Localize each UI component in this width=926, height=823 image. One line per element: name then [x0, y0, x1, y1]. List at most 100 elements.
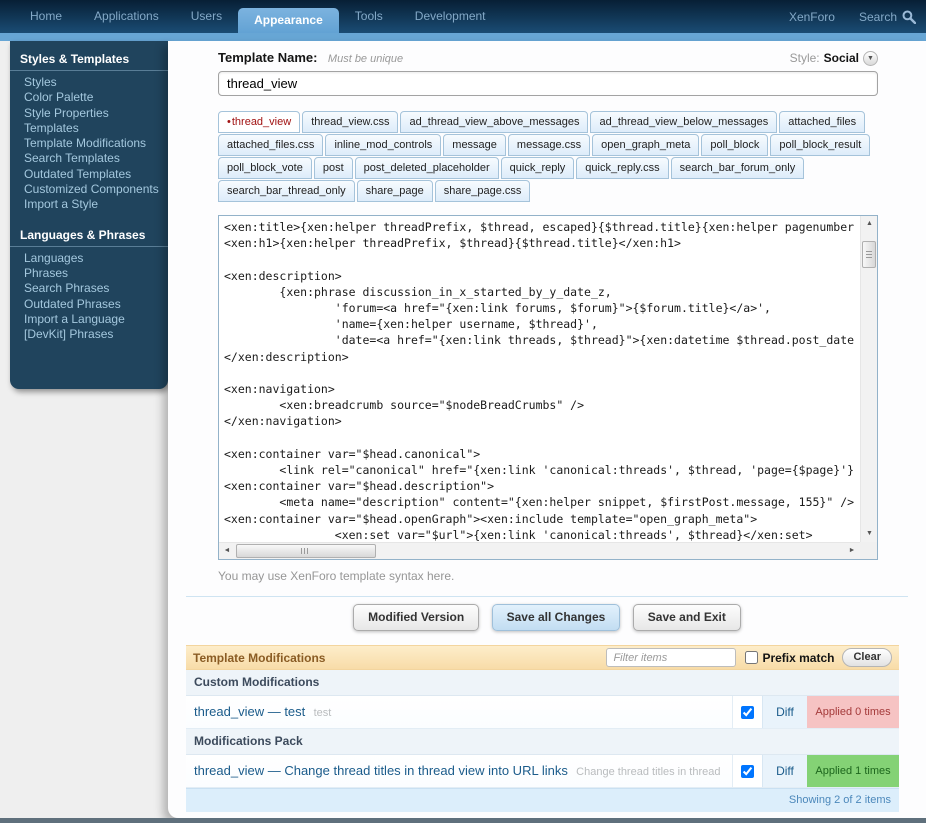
nav-item-users[interactable]: Users	[175, 0, 238, 33]
sidebar-item-search-templates[interactable]: Search Templates	[10, 151, 168, 166]
sidebar-item-style-properties[interactable]: Style Properties	[10, 106, 168, 121]
modification-enabled-checkbox[interactable]	[741, 765, 754, 778]
chevron-down-icon: ▼	[867, 55, 874, 62]
tab-message[interactable]: message	[443, 134, 506, 156]
items-count-footer: Showing 2 of 2 items	[186, 788, 899, 812]
tab-thread_view-css[interactable]: thread_view.css	[302, 111, 398, 133]
scroll-up-icon[interactable]: ▲	[861, 216, 878, 232]
sidebar-item-outdated-phrases[interactable]: Outdated Phrases	[10, 297, 168, 312]
diff-cell: Diff	[762, 696, 807, 728]
diff-link[interactable]: Diff	[776, 764, 794, 778]
tab-open_graph_meta[interactable]: open_graph_meta	[592, 134, 699, 156]
tab-share_page[interactable]: share_page	[357, 180, 433, 202]
tab-post[interactable]: post	[314, 157, 353, 179]
sidebar-item-import-a-language[interactable]: Import a Language	[10, 312, 168, 327]
table-row: thread_view — test test Diff Applied 0 t…	[186, 696, 899, 729]
nav-item-appearance[interactable]: Appearance	[238, 8, 339, 33]
code-text[interactable]: <xen:title>{xen:helper threadPrefix, $th…	[224, 219, 859, 541]
tab-attached_files[interactable]: attached_files	[779, 111, 865, 133]
syntax-note: You may use XenForo template syntax here…	[218, 569, 878, 583]
template-code-editor[interactable]: <xen:title>{xen:helper threadPrefix, $th…	[218, 215, 878, 560]
content-panel: Template Name: Must be unique Style: Soc…	[168, 41, 926, 818]
diff-link[interactable]: Diff	[776, 705, 794, 719]
search-link[interactable]: Search	[859, 10, 916, 24]
tab-thread_view[interactable]: •thread_view	[218, 111, 300, 133]
tab-attached_files-css[interactable]: attached_files.css	[218, 134, 323, 156]
modification-cell: thread_view — Change thread titles in th…	[186, 755, 732, 787]
divider	[186, 596, 908, 597]
template-modifications-title: Template Modifications	[193, 651, 325, 665]
template-name-labels: Template Name: Must be unique	[218, 49, 403, 67]
sidebar-item-styles[interactable]: Styles	[10, 75, 168, 90]
horizontal-scrollbar[interactable]: ◄ ►	[219, 542, 860, 559]
template-edit-form: Template Name: Must be unique Style: Soc…	[168, 41, 926, 583]
sidebar-item-search-phrases[interactable]: Search Phrases	[10, 281, 168, 296]
sidebar-item-template-modifications[interactable]: Template Modifications	[10, 136, 168, 151]
scroll-right-icon[interactable]: ►	[844, 543, 860, 560]
filter-input[interactable]	[606, 648, 736, 667]
tab-poll_block_vote[interactable]: poll_block_vote	[218, 157, 312, 179]
table-row: thread_view — Change thread titles in th…	[186, 755, 899, 788]
tab-search_bar_thread_only[interactable]: search_bar_thread_only	[218, 180, 355, 202]
template-name-label: Template Name:	[218, 50, 317, 65]
tab-poll_block_result[interactable]: poll_block_result	[770, 134, 870, 156]
tab-ad_thread_view_above_messages[interactable]: ad_thread_view_above_messages	[400, 111, 588, 133]
scroll-down-icon[interactable]: ▼	[861, 526, 878, 542]
tab-quick_reply[interactable]: quick_reply	[501, 157, 575, 179]
prefix-match-label: Prefix match	[762, 651, 834, 665]
nav-item-tools[interactable]: Tools	[339, 0, 399, 33]
save-all-changes-button[interactable]: Save all Changes	[492, 604, 621, 631]
enabled-checkbox-cell	[732, 755, 762, 787]
modification-description: Change thread titles in thread	[576, 766, 720, 778]
vertical-scrollbar[interactable]: ▲ ▼	[860, 216, 877, 542]
sidebar-item-templates[interactable]: Templates	[10, 121, 168, 136]
sidebar-section-title: Styles & Templates	[10, 49, 168, 71]
modified-indicator: •	[227, 116, 231, 128]
nav-item-home[interactable]: Home	[14, 0, 78, 33]
nav-menu: Home Applications Users Appearance Tools…	[0, 0, 502, 33]
sidebar-item-outdated-templates[interactable]: Outdated Templates	[10, 167, 168, 182]
sidebar-item-customized-components[interactable]: Customized Components	[10, 182, 168, 197]
filter-controls: Prefix match Clear	[606, 648, 892, 667]
modification-description: test	[314, 707, 332, 719]
sidebar-item-phrases[interactable]: Phrases	[10, 266, 168, 281]
sidebar-item-import-a-style[interactable]: Import a Style	[10, 197, 168, 212]
action-buttons: Modified Version Save all Changes Save a…	[168, 604, 926, 631]
vertical-scroll-thumb[interactable]	[862, 241, 876, 268]
group-header-custom-modifications: Custom Modifications	[186, 670, 899, 696]
template-name-hint: Must be unique	[328, 53, 403, 65]
group-header-modifications-pack: Modifications Pack	[186, 729, 899, 755]
prefix-match-checkbox[interactable]	[745, 651, 758, 664]
template-modifications-panel: Template Modifications Prefix match Clea…	[186, 645, 899, 812]
sidebar: Styles & Templates Styles Color Palette …	[10, 41, 168, 389]
modification-link[interactable]: thread_view — test	[194, 704, 305, 719]
tab-share_page-css[interactable]: share_page.css	[435, 180, 531, 202]
tab-message-css[interactable]: message.css	[508, 134, 590, 156]
clear-filter-button[interactable]: Clear	[842, 648, 892, 667]
tab-post_deleted_placeholder[interactable]: post_deleted_placeholder	[355, 157, 499, 179]
scroll-left-icon[interactable]: ◄	[219, 543, 235, 560]
diff-cell: Diff	[762, 755, 807, 787]
sidebar-item-color-palette[interactable]: Color Palette	[10, 90, 168, 105]
style-dropdown-button[interactable]: ▼	[863, 51, 878, 66]
nav-accent-strip	[0, 33, 926, 41]
enabled-checkbox-cell	[732, 696, 762, 728]
tab-inline_mod_controls[interactable]: inline_mod_controls	[325, 134, 441, 156]
horizontal-scroll-thumb[interactable]	[236, 544, 376, 558]
sidebar-section-styles-templates: Styles & Templates Styles Color Palette …	[10, 49, 168, 213]
save-and-exit-button[interactable]: Save and Exit	[633, 604, 741, 631]
modification-enabled-checkbox[interactable]	[741, 706, 754, 719]
tab-ad_thread_view_below_messages[interactable]: ad_thread_view_below_messages	[590, 111, 777, 133]
sidebar-item-languages[interactable]: Languages	[10, 251, 168, 266]
template-modifications-header: Template Modifications Prefix match Clea…	[186, 645, 899, 670]
nav-item-development[interactable]: Development	[399, 0, 502, 33]
sidebar-item-devkit-phrases[interactable]: [DevKit] Phrases	[10, 327, 168, 342]
modified-version-button[interactable]: Modified Version	[353, 604, 479, 631]
modification-link[interactable]: thread_view — Change thread titles in th…	[194, 763, 568, 778]
template-name-input[interactable]	[218, 71, 878, 96]
brand-link[interactable]: XenForo	[789, 10, 835, 24]
tab-search_bar_forum_only[interactable]: search_bar_forum_only	[671, 157, 805, 179]
nav-item-applications[interactable]: Applications	[78, 0, 175, 33]
tab-poll_block[interactable]: poll_block	[701, 134, 768, 156]
tab-quick_reply-css[interactable]: quick_reply.css	[576, 157, 668, 179]
